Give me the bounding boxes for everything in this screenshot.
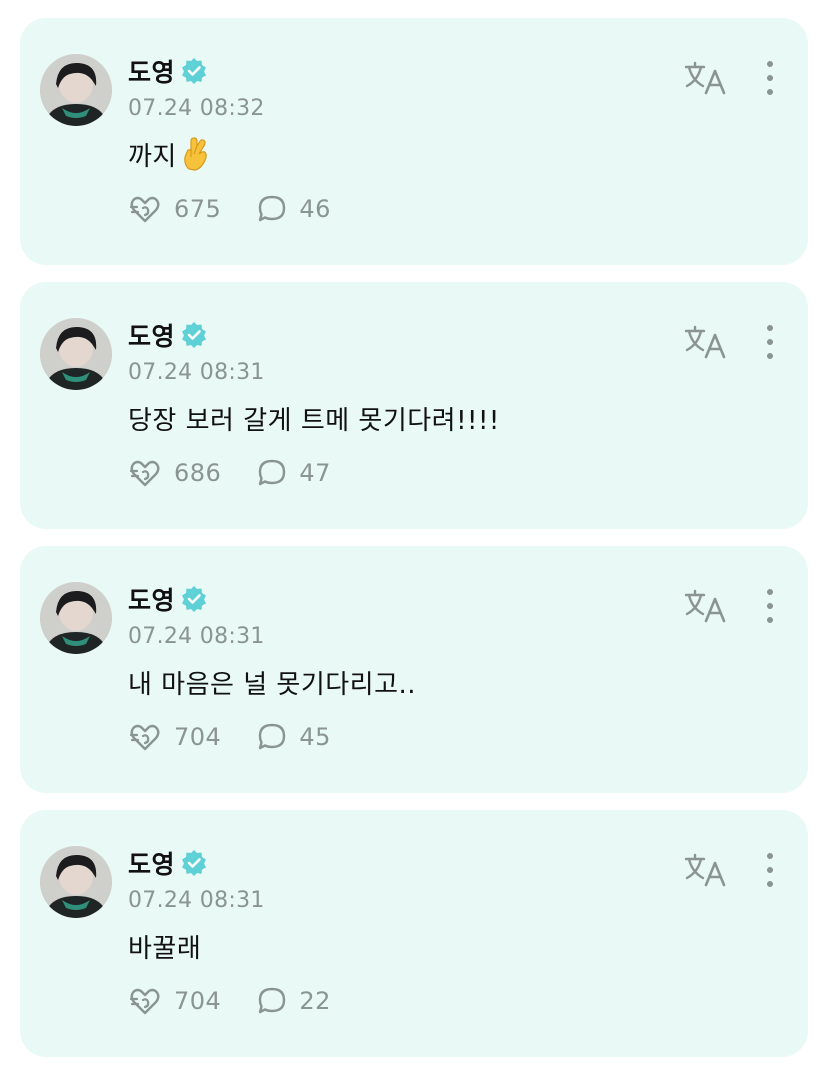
heart-reaction-icon: [128, 458, 162, 488]
more-options-button[interactable]: [758, 586, 782, 626]
avatar[interactable]: [40, 582, 112, 654]
crossed-fingers-emoji-icon: [181, 137, 211, 178]
like-button[interactable]: 704: [128, 722, 221, 752]
like-count: 686: [174, 459, 222, 487]
post-card[interactable]: 도영 07.24 08:31 바꿀래 704 22: [20, 810, 808, 1057]
post-card[interactable]: 도영 07.24 08:32 까지 675 46: [20, 18, 808, 265]
post-text: 바꿀래: [128, 934, 202, 964]
author-name[interactable]: 도영: [128, 317, 175, 353]
heart-reaction-icon: [128, 194, 162, 224]
avatar-image: [40, 318, 112, 390]
comment-count: 46: [299, 195, 331, 223]
heart-reaction-icon: [128, 986, 162, 1016]
post-timestamp: 07.24 08:31: [128, 624, 265, 649]
avatar[interactable]: [40, 318, 112, 390]
post-card[interactable]: 도영 07.24 08:31 내 마음은 널 못기다리고.. 704 45: [20, 546, 808, 793]
more-vertical-icon: [767, 325, 773, 331]
post-timestamp: 07.24 08:32: [128, 96, 265, 121]
like-count: 704: [174, 987, 222, 1015]
comment-bubble-icon: [257, 986, 287, 1016]
more-vertical-icon: [767, 61, 773, 67]
comment-button[interactable]: 45: [257, 722, 331, 752]
author-name[interactable]: 도영: [128, 581, 175, 617]
avatar-image: [40, 54, 112, 126]
comment-button[interactable]: 22: [257, 986, 331, 1016]
post-text: 까지: [128, 136, 211, 178]
avatar[interactable]: [40, 846, 112, 918]
like-button[interactable]: 686: [128, 458, 221, 488]
avatar-image: [40, 582, 112, 654]
post-text: 내 마음은 널 못기다리고..: [128, 670, 417, 700]
heart-reaction-icon: [128, 722, 162, 752]
translate-icon: [684, 325, 728, 364]
translate-button[interactable]: [684, 324, 728, 360]
more-options-button[interactable]: [758, 850, 782, 890]
verified-badge-icon: [181, 850, 207, 876]
more-vertical-icon: [767, 589, 773, 595]
more-vertical-icon: [767, 853, 773, 859]
translate-icon: [684, 853, 728, 892]
verified-badge-icon: [181, 58, 207, 84]
post-card[interactable]: 도영 07.24 08:31 당장 보러 갈게 트메 못기다려!!!! 686 …: [20, 282, 808, 529]
verified-badge-icon: [181, 322, 207, 348]
post-timestamp: 07.24 08:31: [128, 360, 265, 385]
comment-bubble-icon: [257, 458, 287, 488]
like-count: 675: [174, 195, 222, 223]
post-text: 당장 보러 갈게 트메 못기다려!!!!: [128, 406, 500, 436]
post-timestamp: 07.24 08:31: [128, 888, 265, 913]
comment-count: 47: [299, 459, 331, 487]
comment-button[interactable]: 46: [257, 194, 331, 224]
translate-button[interactable]: [684, 588, 728, 624]
comment-count: 22: [299, 987, 331, 1015]
author-name[interactable]: 도영: [128, 53, 175, 89]
like-button[interactable]: 704: [128, 986, 221, 1016]
comment-bubble-icon: [257, 194, 287, 224]
verified-badge-icon: [181, 586, 207, 612]
translate-icon: [684, 589, 728, 628]
comment-button[interactable]: 47: [257, 458, 331, 488]
translate-button[interactable]: [684, 852, 728, 888]
author-name[interactable]: 도영: [128, 845, 175, 881]
more-options-button[interactable]: [758, 322, 782, 362]
translate-button[interactable]: [684, 60, 728, 96]
post-text-content: 까지: [128, 142, 177, 172]
post-feed: 도영 07.24 08:32 까지 675 46 도영 07.24 08:31 …: [0, 0, 827, 1072]
avatar-image: [40, 846, 112, 918]
comment-count: 45: [299, 723, 331, 751]
more-options-button[interactable]: [758, 58, 782, 98]
like-button[interactable]: 675: [128, 194, 221, 224]
comment-bubble-icon: [257, 722, 287, 752]
translate-icon: [684, 61, 728, 100]
like-count: 704: [174, 723, 222, 751]
avatar[interactable]: [40, 54, 112, 126]
